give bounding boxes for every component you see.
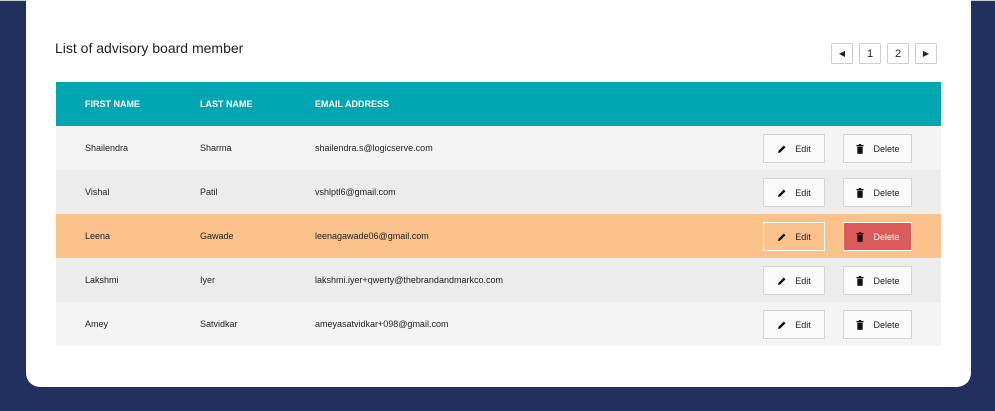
first-name-cell: Amey (85, 319, 109, 329)
delete-button[interactable]: Delete (843, 266, 912, 295)
email-cell: shailendra.s@logicserve.com (315, 143, 433, 153)
members-table: FIRST NAME LAST NAME EMAIL ADDRESS Shail… (56, 82, 941, 346)
edit-label: Edit (795, 275, 811, 286)
delete-button[interactable]: Delete (843, 134, 912, 163)
table-row-highlighted: Leena Gawade leenagawade06@gmail.com Edi… (56, 214, 941, 258)
trash-icon (855, 187, 865, 198)
edit-button[interactable]: Edit (763, 222, 825, 251)
last-name-cell: Gawade (200, 231, 234, 241)
edit-label: Edit (795, 319, 811, 330)
email-cell: lakshmi.iyer+qwerty@thebrandandmarkco.co… (315, 275, 503, 285)
first-name-cell: Shailendra (85, 143, 129, 153)
pencil-icon (777, 320, 787, 330)
page-1-button[interactable]: 1 (859, 43, 881, 64)
pagination: ◀ 1 2 ▶ (831, 43, 937, 64)
header-last-name: LAST NAME (200, 99, 253, 109)
first-name-cell: Leena (85, 231, 111, 241)
edit-button[interactable]: Edit (763, 266, 825, 295)
edit-button[interactable]: Edit (763, 134, 825, 163)
trash-icon (855, 143, 865, 154)
edit-label: Edit (795, 231, 811, 242)
prev-page-button[interactable]: ◀ (831, 43, 853, 64)
delete-label: Delete (873, 143, 900, 154)
edit-button[interactable]: Edit (763, 310, 825, 339)
pencil-icon (777, 144, 787, 154)
first-name-cell: Vishal (85, 187, 110, 197)
edit-label: Edit (795, 187, 811, 198)
advisory-board-card: List of advisory board member ◀ 1 2 ▶ FI… (26, 0, 971, 387)
header-first-name: FIRST NAME (85, 99, 140, 109)
page-2-button[interactable]: 2 (887, 43, 909, 64)
table-row: Shailendra Sharma shailendra.s@logicserv… (56, 126, 941, 170)
email-cell: leenagawade06@gmail.com (315, 231, 429, 241)
trash-icon (855, 275, 865, 286)
table-row: Vishal Patil vshlptl6@gmail.com Edit Del… (56, 170, 941, 214)
delete-button[interactable]: Delete (843, 222, 912, 251)
email-cell: vshlptl6@gmail.com (315, 187, 396, 197)
last-name-cell: Sharma (200, 143, 232, 153)
delete-label: Delete (873, 187, 900, 198)
edit-label: Edit (795, 143, 811, 154)
next-page-button[interactable]: ▶ (915, 43, 937, 64)
last-name-cell: Iyer (200, 275, 216, 285)
delete-button[interactable]: Delete (843, 310, 912, 339)
edit-button[interactable]: Edit (763, 178, 825, 207)
last-name-cell: Patil (200, 187, 218, 197)
last-name-cell: Satvidkar (200, 319, 238, 329)
table-row: Lakshmi Iyer lakshmi.iyer+qwerty@thebran… (56, 258, 941, 302)
first-name-cell: Lakshmi (85, 275, 119, 285)
trash-icon (855, 319, 865, 330)
pencil-icon (777, 188, 787, 198)
table-header: FIRST NAME LAST NAME EMAIL ADDRESS (56, 82, 941, 126)
delete-button[interactable]: Delete (843, 178, 912, 207)
table-row: Amey Satvidkar ameyasatvidkar+098@gmail.… (56, 302, 941, 346)
header-email: EMAIL ADDRESS (315, 99, 390, 109)
email-cell: ameyasatvidkar+098@gmail.com (315, 319, 449, 329)
pencil-icon (777, 276, 787, 286)
delete-label: Delete (873, 319, 900, 330)
trash-icon (855, 231, 865, 242)
delete-label: Delete (873, 275, 900, 286)
delete-label: Delete (873, 231, 900, 242)
pencil-icon (777, 232, 787, 242)
list-title: List of advisory board member (55, 40, 244, 56)
